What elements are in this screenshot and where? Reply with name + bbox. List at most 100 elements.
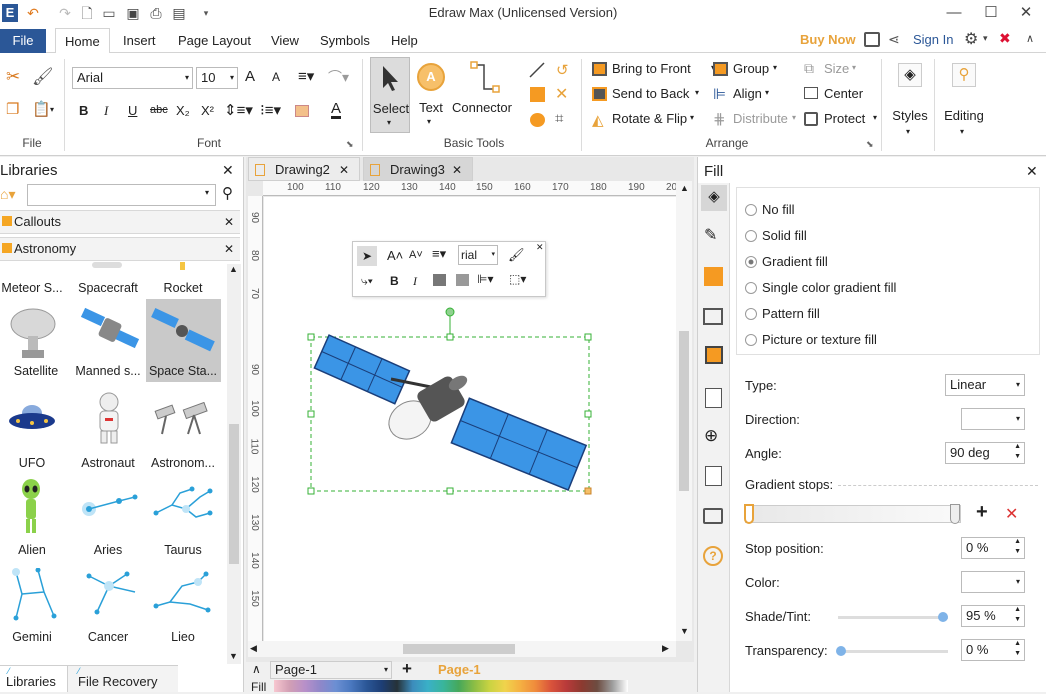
note-icon[interactable] (705, 466, 722, 486)
arc-tool-icon[interactable]: ↺ (556, 61, 569, 79)
fill-option-gradient-fill[interactable]: Gradient fill (745, 253, 995, 271)
add-page-button[interactable]: + (402, 659, 412, 679)
connector-tool-button[interactable]: Connector (450, 57, 514, 133)
subscript-button[interactable]: X₂ (176, 103, 190, 118)
library-search-input[interactable] (27, 184, 216, 206)
scroll-down-icon[interactable]: ▼ (229, 651, 238, 661)
gradient-stop-handle[interactable] (950, 504, 960, 524)
buy-now-link[interactable]: Buy Now (800, 32, 856, 47)
minimize-button[interactable]: — (936, 2, 972, 26)
comment-icon[interactable] (703, 508, 723, 524)
settings-dropdown-icon[interactable]: ▾ (983, 33, 988, 44)
shape-item-space-station[interactable]: Space Sta... (146, 299, 221, 382)
rectangle-tool-icon[interactable] (530, 87, 545, 102)
paint-brush-icon[interactable]: 🖌 (508, 247, 525, 263)
select-tool-button[interactable]: Select ▾ (370, 57, 410, 133)
transparency-slider[interactable] (836, 646, 948, 656)
stop-position-spinner[interactable]: 0 % ▲ ▼ (961, 537, 1025, 559)
collapse-pages-icon[interactable]: ∧ (252, 662, 261, 676)
shape-item-cancer[interactable]: Cancer (75, 564, 147, 644)
connector-style-icon[interactable]: ⤷▾ (361, 274, 373, 289)
shape-item-taurus[interactable]: Taurus (146, 477, 221, 557)
scroll-down-icon[interactable]: ▼ (680, 626, 689, 636)
tab-help[interactable]: Help (382, 28, 427, 53)
shape-item-astronomy-telescope[interactable]: Astronom... (146, 390, 221, 470)
paste-dropdown-icon[interactable]: ▾ (50, 105, 54, 114)
scroll-right-icon[interactable]: ▶ (662, 643, 669, 654)
page-tab-active[interactable]: Page-1 (438, 662, 481, 677)
ellipse-tool-icon[interactable] (530, 113, 545, 127)
direction-select[interactable]: ▾ (961, 408, 1025, 430)
arrange-dialog-launcher-icon[interactable]: ⬊ (866, 139, 874, 150)
shape-item-ufo[interactable]: UFO (0, 390, 72, 470)
mini-font-select[interactable]: rial ▾ (458, 245, 498, 265)
space-station-shape[interactable] (306, 307, 596, 497)
scroll-thumb[interactable] (403, 644, 515, 654)
shape-item-alien[interactable]: Alien (0, 477, 72, 557)
paste-icon[interactable]: 📋 (32, 100, 51, 118)
bullets-icon[interactable]: ⁝≡▾ (260, 101, 281, 119)
canvas-horizontal-scrollbar[interactable]: ◀ ▶ (248, 641, 676, 657)
fill-option-single-color-gradient[interactable]: Single color gradient fill (745, 279, 995, 297)
library-scrollbar[interactable]: ▲ ▼ (227, 264, 241, 664)
file-recovery-tab[interactable]: ⁄ File Recovery (68, 665, 178, 692)
canvas-vertical-scrollbar[interactable]: ▲ ▼ (676, 181, 692, 641)
maximize-button[interactable]: ☐ (973, 2, 1009, 26)
gradient-type-select[interactable]: Linear ▾ (945, 374, 1025, 396)
shape-label[interactable]: Meteor S... (0, 281, 72, 295)
font-size-select[interactable]: 10 ▾ (196, 67, 238, 89)
gradient-stops-bar[interactable] (744, 504, 961, 524)
cut-icon[interactable]: ✂ (6, 67, 20, 87)
home-icon[interactable]: ⌂▾ (0, 186, 15, 203)
settings-gear-icon[interactable]: ⚙ (964, 29, 978, 49)
shape-label[interactable]: Rocket (143, 281, 223, 295)
add-stop-button[interactable]: + (976, 501, 988, 524)
cart-icon[interactable] (864, 32, 880, 47)
close-icon[interactable]: ✕ (1026, 163, 1038, 180)
shrink-font-icon[interactable]: A˅ (409, 249, 423, 261)
apps-icon[interactable]: ✖ (999, 30, 1011, 47)
collapse-ribbon-icon[interactable]: ∧ (1026, 32, 1034, 45)
underline-button[interactable]: U (128, 103, 137, 118)
grow-font-button[interactable]: A (245, 68, 255, 85)
bring-front-mini-icon[interactable] (433, 274, 446, 286)
send-back-mini-icon[interactable] (456, 274, 469, 286)
fill-bucket-icon[interactable]: ◈ (701, 185, 727, 211)
fill-option-no-fill[interactable]: No fill (745, 201, 995, 219)
strikethrough-button[interactable]: abc (150, 104, 168, 116)
text-align-icon[interactable]: ≡▾ (298, 67, 314, 85)
search-icon[interactable]: ⚲ (222, 184, 233, 202)
page-selector[interactable]: Page-1 ▾ (270, 661, 392, 679)
library-category-astronomy[interactable]: Astronomy ✕ (0, 237, 240, 261)
copy-icon[interactable]: ❐ (6, 100, 19, 118)
fill-option-pattern-fill[interactable]: Pattern fill (745, 305, 995, 323)
close-icon[interactable]: ✕ (452, 158, 462, 182)
slider-thumb[interactable] (836, 646, 846, 656)
distribute-mini-icon[interactable]: ⊫▾ (477, 272, 493, 286)
share-icon[interactable]: ⋖ (888, 31, 900, 48)
doc-tab-drawing2[interactable]: Drawing2 ✕ (248, 157, 360, 181)
image-icon[interactable] (703, 308, 723, 325)
stop-color-picker[interactable]: ▾ (961, 571, 1025, 593)
line-spacing-icon[interactable]: ⇕≡▾ (224, 101, 253, 119)
tab-symbols[interactable]: Symbols (311, 28, 379, 53)
shade-tint-spinner[interactable]: 95 % ▲ ▼ (961, 605, 1025, 627)
scroll-thumb[interactable] (229, 424, 239, 564)
line-style-icon[interactable]: ✎ (704, 225, 717, 245)
transparency-spinner[interactable]: 0 % ▲ ▼ (961, 639, 1025, 661)
close-icon[interactable]: ✕ (222, 162, 234, 179)
gradient-stop-handle[interactable] (744, 504, 754, 524)
crop-tool-icon[interactable]: ⌗ (555, 110, 563, 127)
library-category-callouts[interactable]: Callouts ✕ (0, 210, 240, 234)
shape-item-manned-spacecraft[interactable]: Manned s... (75, 302, 147, 382)
help-icon[interactable]: ? (703, 546, 723, 566)
crosshair-tool-icon[interactable]: ✕ (555, 84, 568, 104)
shade-tint-slider[interactable] (838, 612, 948, 622)
font-dialog-launcher-icon[interactable]: ⬊ (346, 139, 354, 150)
layers-icon[interactable] (705, 346, 723, 364)
shape-item-leo[interactable]: Lieo (146, 564, 221, 644)
globe-icon[interactable]: ⊕ (704, 426, 718, 446)
superscript-button[interactable]: X² (201, 103, 214, 118)
line-tool-icon[interactable] (528, 61, 546, 79)
mini-italic-button[interactable]: I (413, 274, 417, 289)
